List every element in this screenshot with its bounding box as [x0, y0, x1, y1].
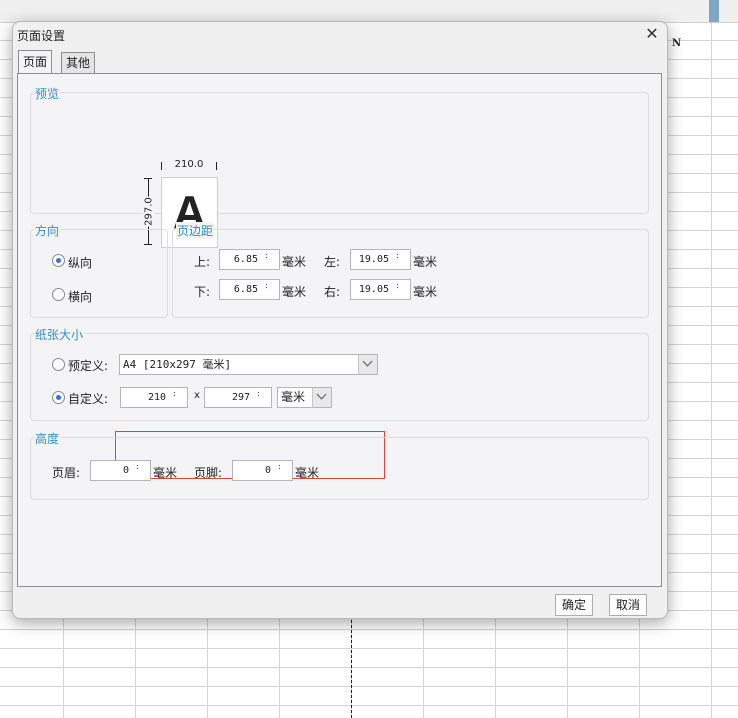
margin-top-spinner[interactable]: 6.85 [219, 249, 280, 270]
custom-width-arrows[interactable] [170, 388, 188, 407]
margin-right-spinner[interactable]: 19.05 [350, 279, 411, 300]
spreadsheet-toolbar-strip [0, 0, 738, 23]
orientation-group [30, 229, 168, 318]
portrait-radio[interactable] [52, 254, 65, 267]
margin-right-value[interactable]: 19.05 [351, 280, 392, 299]
footer-height-value[interactable]: 0 [233, 461, 274, 480]
margin-left-label: 左: [324, 255, 341, 269]
margin-left-unit: 毫米 [413, 255, 438, 269]
margin-bottom-unit: 毫米 [282, 285, 307, 299]
margin-bottom-value[interactable]: 6.85 [220, 280, 261, 299]
tab-panel-page: 预览 210.0 297.0 A 方向 纵向 横向 页边距 上: 6.85 毫米 [17, 73, 662, 587]
paper-size-group-title: 纸张大小 [34, 326, 85, 343]
chevron-down-icon [362, 356, 373, 367]
footer-height-arrows[interactable] [275, 461, 293, 480]
custom-size-label: 自定义: [68, 392, 109, 406]
custom-unit-value: 毫米 [281, 390, 306, 404]
height-group-title: 高度 [34, 430, 61, 447]
custom-width-value[interactable]: 210 [121, 388, 169, 407]
custom-unit-select[interactable]: 毫米 [277, 387, 332, 408]
header-height-label: 页眉: [52, 466, 81, 480]
margin-bottom-label: 下: [194, 285, 211, 299]
chevron-down-icon[interactable] [396, 286, 399, 289]
cancel-button[interactable]: 取消 [609, 594, 648, 616]
custom-height-spinner[interactable]: 297 [204, 387, 272, 408]
chevron-up-icon[interactable] [265, 253, 268, 256]
chevron-down-icon[interactable] [257, 394, 260, 397]
chevron-down-icon[interactable] [173, 394, 176, 397]
chevron-down-icon[interactable] [396, 256, 399, 259]
chevron-up-icon[interactable] [396, 253, 399, 256]
margin-bottom-spinner[interactable]: 6.85 [219, 279, 280, 300]
chevron-up-icon[interactable] [173, 391, 176, 394]
margin-top-label: 上: [194, 255, 211, 269]
landscape-radio[interactable] [52, 288, 65, 301]
ok-button[interactable]: 确定 [555, 594, 594, 616]
margin-left-spinner[interactable]: 19.05 [350, 249, 411, 270]
chevron-down-icon[interactable] [265, 286, 268, 289]
chevron-down-icon[interactable] [278, 467, 281, 470]
margins-group-title: 页边距 [176, 222, 215, 239]
landscape-label: 横向 [68, 290, 93, 304]
chevron-down-icon[interactable] [136, 467, 139, 470]
footer-height-label: 页脚: [194, 466, 223, 480]
preview-group-title: 预览 [34, 85, 61, 102]
header-height-unit: 毫米 [153, 466, 178, 480]
chevron-up-icon[interactable] [257, 391, 260, 394]
size-separator: x [194, 390, 200, 401]
width-dimension-tick-right [216, 162, 217, 170]
page-setup-dialog: 页面设置 ✕ 页面 其他 预览 210.0 297.0 A 方向 纵向 横向 页… [12, 21, 668, 619]
preset-size-radio[interactable] [52, 358, 65, 371]
header-height-value[interactable]: 0 [91, 461, 132, 480]
margin-right-label: 右: [324, 285, 341, 299]
footer-height-unit: 毫米 [295, 466, 320, 480]
portrait-label: 纵向 [68, 256, 93, 270]
page-break-line [351, 615, 352, 718]
chevron-up-icon[interactable] [136, 464, 139, 467]
footer-height-spinner[interactable]: 0 [232, 460, 293, 481]
custom-height-value[interactable]: 297 [205, 388, 253, 407]
preview-height-label: 297.0 [143, 196, 155, 227]
header-height-spinner[interactable]: 0 [90, 460, 151, 481]
close-icon[interactable]: ✕ [641, 23, 663, 45]
spreadsheet-scroll-marker [709, 0, 719, 22]
margin-top-unit: 毫米 [282, 255, 307, 269]
margins-group [172, 229, 649, 318]
tab-other[interactable]: 其他 [61, 52, 96, 74]
chevron-up-icon[interactable] [265, 283, 268, 286]
custom-size-radio[interactable] [52, 391, 65, 404]
dialog-titlebar: 页面设置 ✕ [13, 22, 667, 46]
margin-bottom-arrows[interactable] [262, 280, 280, 299]
margin-left-value[interactable]: 19.05 [351, 250, 392, 269]
chevron-up-icon[interactable] [396, 283, 399, 286]
preview-width-label: 210.0 [174, 159, 204, 170]
chevron-down-icon[interactable] [265, 256, 268, 259]
chevron-up-icon[interactable] [278, 464, 281, 467]
margin-top-arrows[interactable] [262, 250, 280, 269]
preset-size-dropdown-button[interactable] [358, 355, 377, 374]
margin-right-unit: 毫米 [413, 285, 438, 299]
preset-size-value: A4 [210x297 毫米] [123, 358, 232, 371]
custom-height-arrows[interactable] [254, 388, 272, 407]
preset-size-label: 预定义: [68, 359, 109, 373]
header-height-arrows[interactable] [133, 461, 151, 480]
custom-unit-dropdown-button[interactable] [312, 388, 331, 407]
height-dimension-tick-top [144, 178, 152, 179]
orientation-group-title: 方向 [34, 222, 61, 239]
margin-right-arrows[interactable] [393, 280, 411, 299]
chevron-down-icon [316, 389, 327, 400]
preview-group [30, 92, 649, 214]
width-dimension-tick-left [161, 162, 162, 170]
tab-page[interactable]: 页面 [18, 50, 53, 73]
margin-top-value[interactable]: 6.85 [220, 250, 261, 269]
dialog-title: 页面设置 [17, 29, 66, 43]
margin-left-arrows[interactable] [393, 250, 411, 269]
custom-width-spinner[interactable]: 210 [120, 387, 188, 408]
preset-size-select[interactable]: A4 [210x297 毫米] [119, 354, 378, 375]
column-header-n: N [672, 38, 682, 49]
